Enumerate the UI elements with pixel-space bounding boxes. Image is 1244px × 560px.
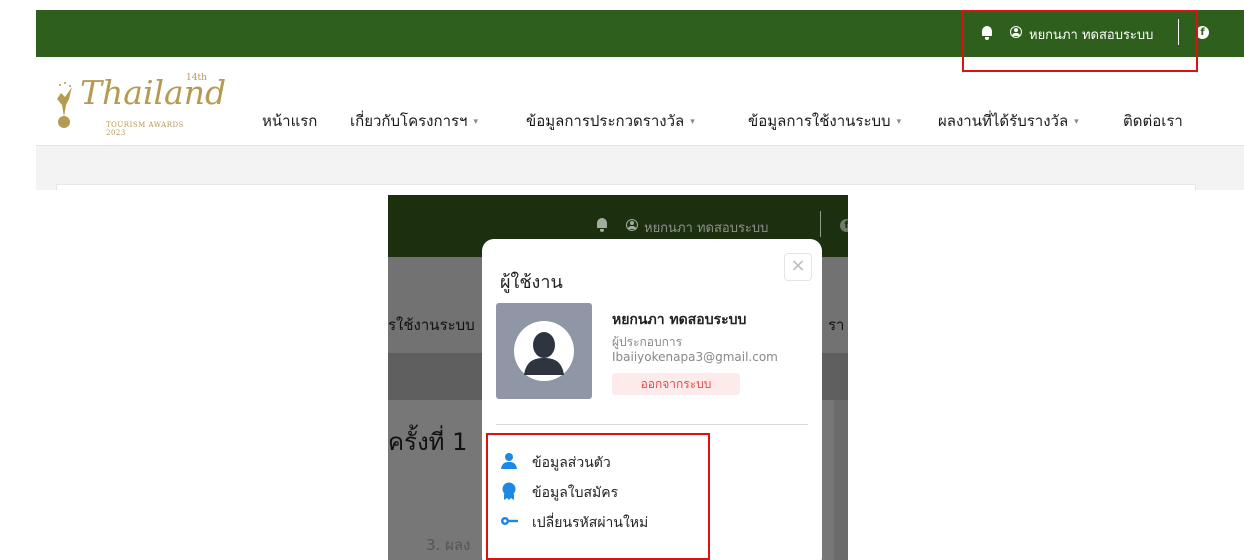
nav-item-contest-info[interactable]: ข้อมูลการประกวดรางวัล ▾ [526, 109, 695, 133]
chevron-down-icon: ▾ [690, 117, 695, 127]
thailand-tourism-awards-logo[interactable]: Thailand 14th TOURISM AWARDS 2023 [44, 65, 226, 137]
modal-divider [496, 424, 808, 425]
logout-button[interactable]: ออกจากระบบ [612, 373, 740, 395]
user-modal-screenshot: หยกนภา ทดสอบระบบ f รใช้งานระบบ รา ครั้งท… [388, 195, 848, 560]
nav-label: ผลงานที่ได้รับรางวัล [938, 112, 1069, 130]
topbar-divider [820, 211, 821, 237]
dimmed-heading-fragment: ครั้งที่ 1 [388, 428, 468, 456]
nav-item-system-info[interactable]: ข้อมูลการใช้งานระบบ ▾ [748, 109, 901, 133]
user-name: หยกนภา ทดสอบระบบ [612, 312, 747, 328]
dancer-emblem-icon [57, 82, 72, 128]
content-card [56, 184, 1196, 190]
dimmed-nav-fragment: รใช้งานระบบ [388, 316, 475, 334]
nav-label: ติดต่อเรา [1123, 112, 1183, 130]
user-silhouette-icon [524, 332, 564, 375]
close-button[interactable]: × [784, 253, 812, 281]
user-circle-icon [626, 219, 638, 231]
nav-item-about[interactable]: เกี่ยวกับโครงการฯ ▾ [350, 109, 478, 133]
nav-label: เกี่ยวกับโครงการฯ [350, 112, 468, 130]
dimmed-nav-fragment-right: รา [828, 316, 845, 334]
nav-label: ข้อมูลการใช้งานระบบ [748, 112, 891, 130]
nav-item-contact[interactable]: ติดต่อเรา [1123, 109, 1183, 133]
highlight-box-menu [486, 433, 710, 560]
facebook-icon: f [840, 219, 848, 232]
nav-item-home[interactable]: หน้าแรก [262, 109, 317, 133]
website-header-screenshot: หยกนภา ทดสอบระบบ f Thailand 14th TOURISM… [36, 10, 1244, 190]
bell-icon [596, 218, 608, 232]
chevron-down-icon: ▾ [1074, 117, 1079, 127]
user-email: Ibaiiyokenapa3@gmail.com [612, 350, 778, 364]
chevron-down-icon: ▾ [473, 117, 479, 127]
dimmed-user-name: หยกนภา ทดสอบระบบ [644, 221, 769, 236]
nav-label: หน้าแรก [262, 112, 318, 130]
highlight-box-user [962, 10, 1198, 72]
nav-label: ข้อมูลการประกวดรางวัล [526, 112, 685, 130]
modal-title: ผู้ใช้งาน [500, 272, 563, 293]
logo-edition: 14th [186, 73, 207, 83]
dimmed-item-fragment: 3. ผลง [426, 536, 471, 554]
chevron-down-icon: ▾ [896, 117, 902, 127]
logo-subtitle: TOURISM AWARDS 2023 [106, 121, 184, 137]
nav-item-award-winners[interactable]: ผลงานที่ได้รับรางวัล ▾ [938, 109, 1079, 133]
avatar [496, 303, 592, 399]
